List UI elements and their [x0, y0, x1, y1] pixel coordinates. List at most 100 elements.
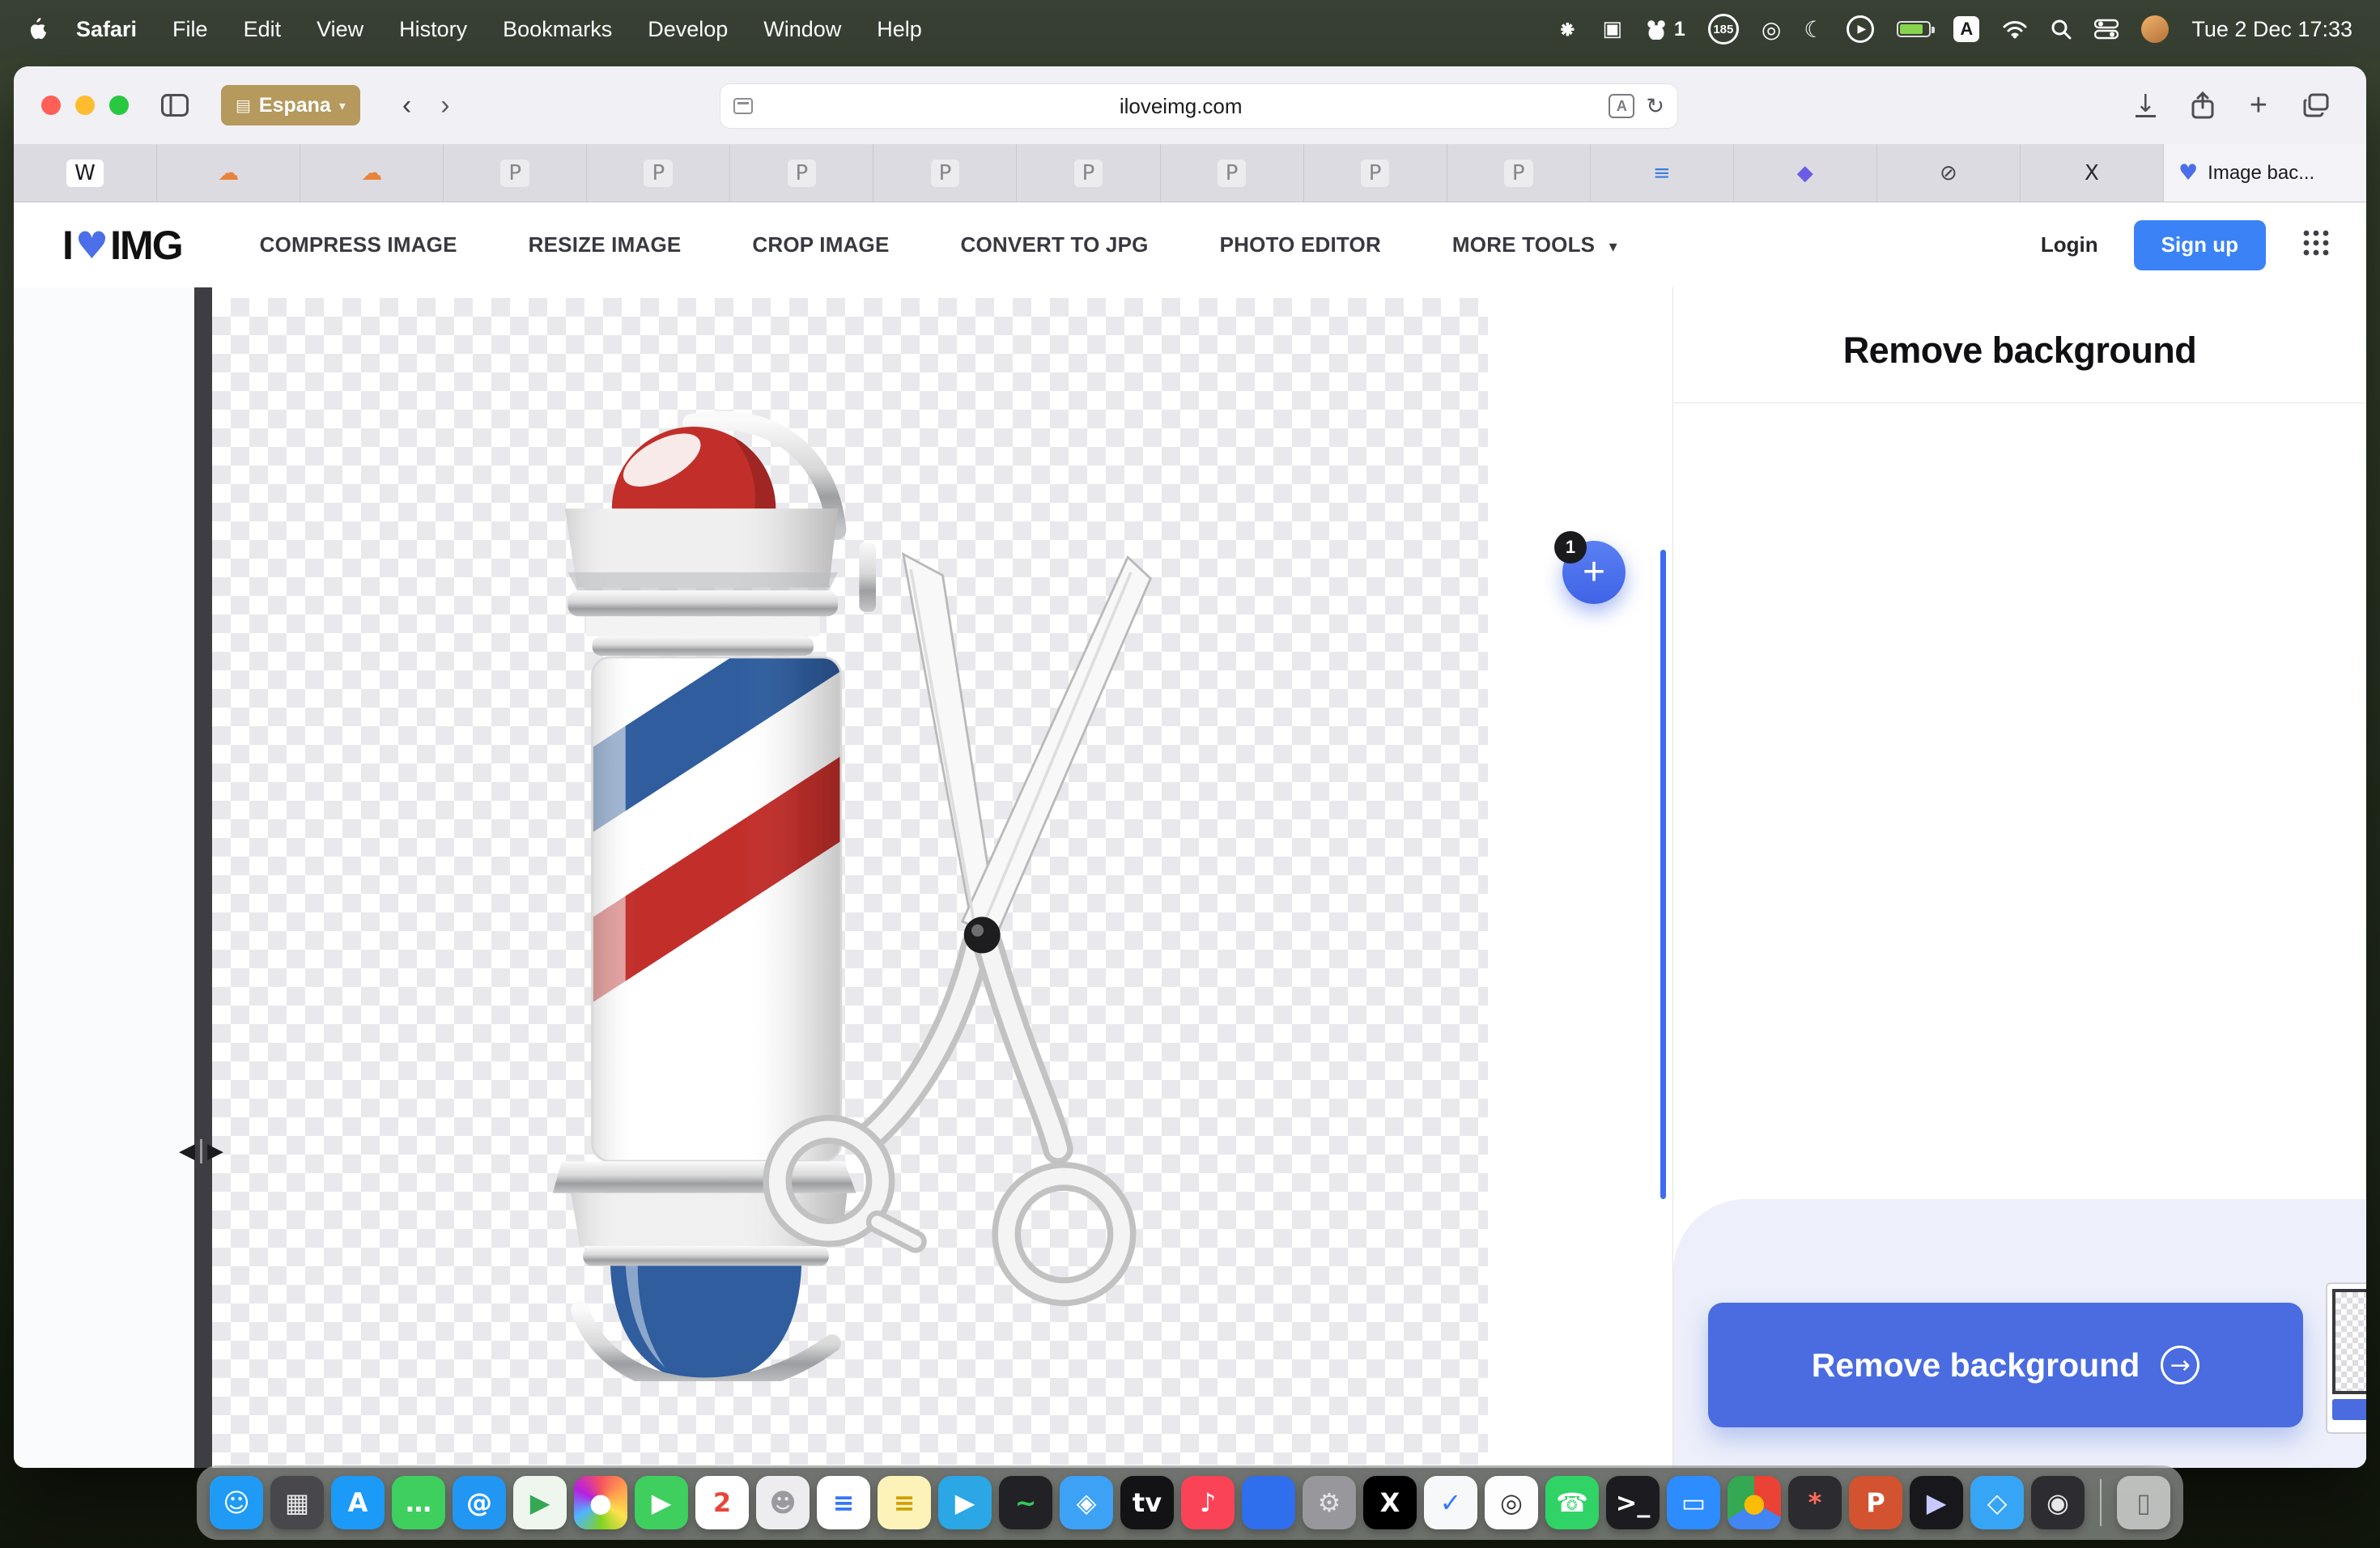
trash-icon[interactable]: ▯	[2117, 1476, 2170, 1529]
menu-item[interactable]: Develop	[630, 17, 746, 42]
share-icon[interactable]	[2191, 91, 2214, 119]
downloads-icon[interactable]: ↓	[2136, 94, 2156, 117]
dock-app-icon[interactable]: 2	[695, 1476, 749, 1529]
nav-resize-image[interactable]: RESIZE IMAGE	[529, 232, 682, 257]
dock-app-icon[interactable]: P	[1849, 1476, 1902, 1529]
dock-app-icon[interactable]: …	[392, 1476, 445, 1529]
browser-tab[interactable]: P	[873, 144, 1017, 202]
menu-item[interactable]: Help	[859, 17, 940, 42]
menu-item[interactable]: Edit	[226, 17, 300, 42]
browser-tab[interactable]: X	[2021, 144, 2164, 202]
browser-tab[interactable]: ☁	[157, 144, 300, 202]
dock-app-icon[interactable]: ⚙	[1303, 1476, 1356, 1529]
dock-app-icon[interactable]: ▦	[270, 1476, 324, 1529]
browser-tab[interactable]: W	[14, 144, 157, 202]
image-preview-thumbnail[interactable]	[2326, 1282, 2366, 1434]
browser-tab[interactable]: P	[444, 144, 587, 202]
box-icon[interactable]: ▣	[1602, 17, 1622, 41]
dock-app-icon[interactable]: ☺	[210, 1476, 263, 1529]
close-window-button[interactable]	[41, 96, 61, 115]
dock-app-icon[interactable]: ✓	[1424, 1476, 1477, 1529]
apps-grid-icon[interactable]	[2301, 228, 2331, 262]
dock-app-icon[interactable]: ≡	[817, 1476, 870, 1529]
browser-tab[interactable]: ≡	[1591, 144, 1734, 202]
dock-app-icon[interactable]: *	[1788, 1476, 1842, 1529]
browser-tab[interactable]: ☁	[300, 144, 444, 202]
menu-item[interactable]: History	[381, 17, 485, 42]
dock-app-icon[interactable]: ●	[574, 1476, 627, 1529]
dock-app-icon[interactable]: >_	[1606, 1476, 1660, 1529]
dock-app-icon[interactable]: ▶	[635, 1476, 688, 1529]
signup-button[interactable]: Sign up	[2134, 220, 2266, 270]
site-logo[interactable]: I ♥ IMG	[62, 222, 182, 269]
dock-app-icon[interactable]: ◇	[1970, 1476, 2024, 1529]
minimize-window-button[interactable]	[75, 96, 95, 115]
panel-scrollbar[interactable]	[1660, 550, 1666, 1199]
reload-icon[interactable]: ↻	[1646, 94, 1664, 119]
login-link[interactable]: Login	[2041, 232, 2098, 257]
dock-app-icon[interactable]: ◎	[1485, 1476, 1538, 1529]
dock-app-icon[interactable]: ♪	[1181, 1476, 1235, 1529]
play-icon[interactable]: ▶	[1847, 15, 1874, 43]
menu-item[interactable]: View	[299, 17, 381, 42]
address-bar[interactable]: iloveimg.com A ↻	[720, 84, 1677, 128]
zoom-window-button[interactable]	[109, 96, 129, 115]
new-tab-icon[interactable]: +	[2250, 88, 2267, 123]
browser-tab[interactable]: ⊘	[1877, 144, 2021, 202]
remove-background-button[interactable]: Remove background →	[1708, 1303, 2303, 1427]
nav-crop-image[interactable]: CROP IMAGE	[752, 232, 889, 257]
dock-app-icon[interactable]: ≡	[878, 1476, 931, 1529]
chatgpt-icon[interactable]: ◎	[1762, 16, 1781, 43]
browser-tab[interactable]: P	[587, 144, 730, 202]
battery-icon[interactable]	[1897, 21, 1931, 37]
nav-convert-to-jpg[interactable]: CONVERT TO JPG	[961, 232, 1149, 257]
badge-185-icon[interactable]: 185	[1708, 14, 1739, 45]
moon-icon[interactable]: ☾	[1804, 16, 1824, 43]
dock-app-icon[interactable]: X	[1363, 1476, 1417, 1529]
browser-tab[interactable]: P	[1017, 144, 1160, 202]
apple-logo-icon[interactable]	[28, 18, 47, 40]
arrow-left-icon[interactable]: ◀	[179, 1139, 195, 1163]
sparkle-icon[interactable]: ++	[1555, 17, 1579, 41]
dock-app-icon[interactable]: ☎	[1545, 1476, 1599, 1529]
search-icon[interactable]	[2051, 19, 2072, 40]
dock-app-icon[interactable]: @	[453, 1476, 506, 1529]
wifi-icon[interactable]	[2002, 19, 2028, 39]
canvas-pan-arrows[interactable]: ◀ ▶	[179, 1139, 223, 1163]
browser-tab-active[interactable]: ♥ Image bac...	[2164, 144, 2366, 202]
back-button[interactable]: ‹	[388, 90, 426, 121]
dock-app-icon[interactable]	[1242, 1476, 1295, 1529]
menu-item[interactable]: File	[155, 17, 226, 42]
dock-app-icon[interactable]: ▶	[1910, 1476, 1963, 1529]
nav-more-tools[interactable]: MORE TOOLS ▾	[1452, 232, 1617, 257]
input-source-icon[interactable]: A	[1953, 16, 1979, 42]
arrow-right-icon[interactable]: ▶	[207, 1139, 223, 1163]
dock-app-icon[interactable]: ~	[999, 1476, 1052, 1529]
dock-app-icon[interactable]: ◉	[2031, 1476, 2085, 1529]
paw-count-icon[interactable]: 1	[1645, 18, 1685, 41]
nav-compress-image[interactable]: COMPRESS IMAGE	[260, 232, 457, 257]
tab-group-button[interactable]: ▤ Espana ▾	[221, 85, 360, 125]
browser-tab[interactable]: P	[1161, 144, 1304, 202]
add-image-button[interactable]: + 1	[1562, 541, 1626, 604]
dock-app-icon[interactable]: tv	[1120, 1476, 1174, 1529]
translate-icon[interactable]: A	[1609, 94, 1634, 118]
nav-photo-editor[interactable]: PHOTO EDITOR	[1220, 232, 1381, 257]
dock-app-icon[interactable]: ▶	[513, 1476, 567, 1529]
dock-app-icon[interactable]: ▭	[1667, 1476, 1720, 1529]
menu-item[interactable]: Bookmarks	[485, 17, 630, 42]
dock-app-icon[interactable]: A	[331, 1476, 385, 1529]
browser-tab[interactable]: ◆	[1734, 144, 1877, 202]
dock-app-icon[interactable]: ◈	[1060, 1476, 1113, 1529]
tab-overview-icon[interactable]	[2303, 93, 2329, 117]
forward-button[interactable]: ›	[426, 90, 464, 121]
menu-item[interactable]: Window	[746, 17, 859, 42]
browser-tab[interactable]: P	[1304, 144, 1447, 202]
user-avatar[interactable]	[2141, 15, 2169, 43]
browser-tab[interactable]: P	[730, 144, 873, 202]
browser-tab[interactable]: P	[1447, 144, 1591, 202]
control-center-icon[interactable]	[2094, 19, 2119, 40]
menu-item[interactable]: Safari	[58, 17, 155, 42]
dock-app-icon[interactable]: ☻	[756, 1476, 810, 1529]
dock-app-icon[interactable]: ●	[1728, 1476, 1781, 1529]
